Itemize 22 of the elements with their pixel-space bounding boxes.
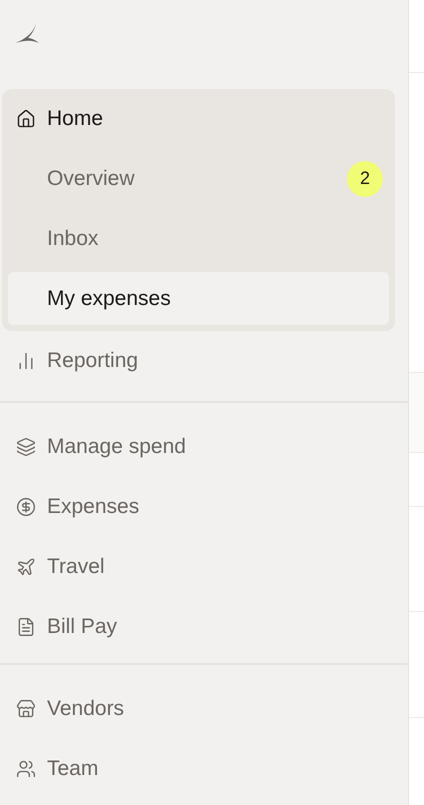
nav-item[interactable]: Vendors bbox=[2, 683, 406, 735]
nav-item[interactable]: Bill Pay bbox=[2, 601, 406, 653]
home-icon bbox=[16, 109, 36, 129]
count-badge: 2 bbox=[347, 160, 383, 196]
subitem-label: Inbox bbox=[47, 226, 98, 252]
nav-item[interactable]: Expenses bbox=[2, 481, 406, 533]
nav-item[interactable]: Reporting bbox=[2, 335, 406, 387]
dollar-circle-icon bbox=[16, 497, 36, 517]
store-icon bbox=[16, 699, 36, 719]
nav-item[interactable]: Team bbox=[2, 743, 406, 795]
users-icon bbox=[16, 759, 36, 779]
nav-subitem[interactable]: Inbox bbox=[8, 212, 389, 265]
layers-icon bbox=[16, 437, 36, 457]
subitem-label: My expenses bbox=[47, 286, 171, 312]
nav-item[interactable]: Manage spend bbox=[2, 421, 406, 473]
subitem-label: Overview bbox=[47, 166, 135, 192]
nav-item[interactable]: Travel bbox=[2, 541, 406, 593]
nav-subitem[interactable]: My expenses bbox=[8, 272, 389, 325]
nav-subitem[interactable]: Overview 2 bbox=[8, 152, 389, 205]
document-icon bbox=[16, 617, 36, 637]
plane-icon bbox=[16, 557, 36, 577]
nav-item[interactable]: Home bbox=[2, 93, 395, 145]
